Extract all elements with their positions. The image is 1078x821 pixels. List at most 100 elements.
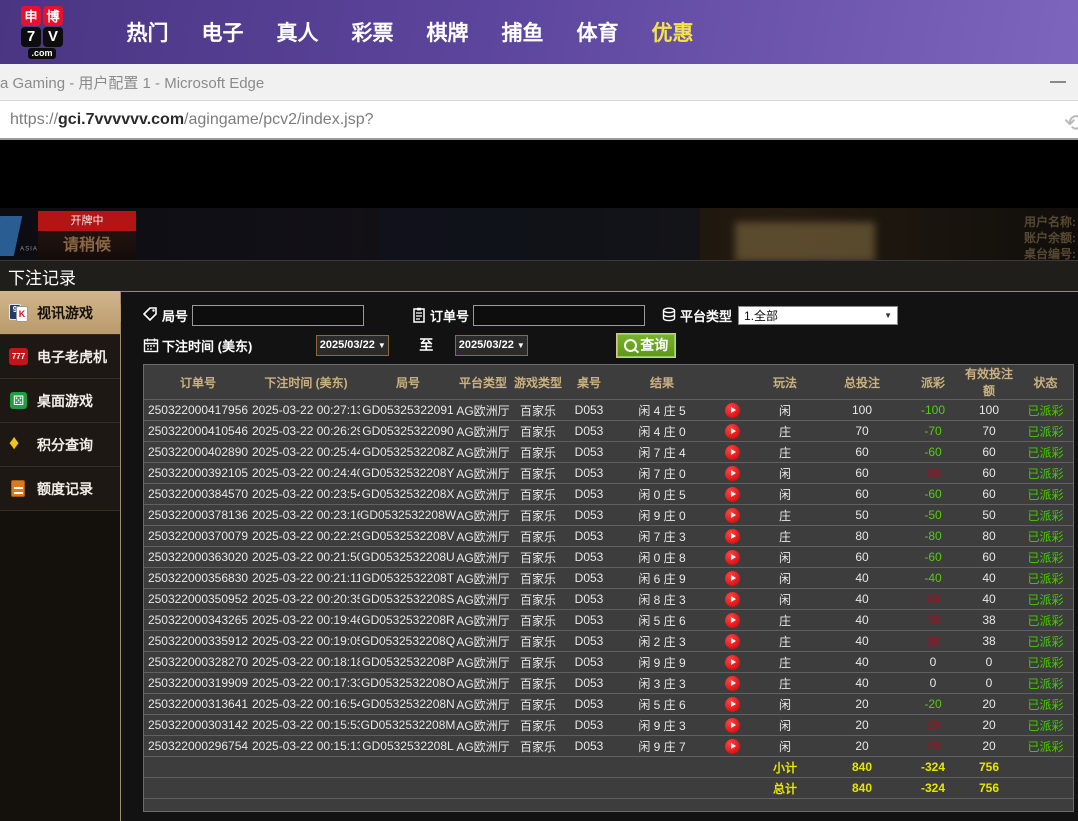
refresh-icon[interactable]: ⟲ xyxy=(1064,109,1078,138)
sidebar-item-1[interactable]: 777电子老虎机 xyxy=(0,335,120,379)
url-text[interactable]: https://gci.7vvvvvv.com/agingame/pcv2/in… xyxy=(10,111,374,129)
platform-cell: AG欧洲厅 xyxy=(456,421,510,442)
diamond-icon: ♦ xyxy=(8,434,30,456)
total-bet-cell: 40 xyxy=(818,652,906,673)
time-cell: 2025-03-22 00:15:53 xyxy=(252,715,360,736)
order-number-input[interactable] xyxy=(473,305,645,326)
play-video-icon[interactable] xyxy=(725,592,740,607)
total-bet-cell: 20 xyxy=(818,736,906,757)
banner-photo-shade xyxy=(380,208,700,260)
play-video-icon[interactable] xyxy=(725,697,740,712)
sidebar-item-3[interactable]: ♦积分查询 xyxy=(0,423,120,467)
sidebar-item-4[interactable]: 额度记录 xyxy=(0,467,120,511)
round-cell: GD0532532208O xyxy=(360,673,456,694)
play-video-icon[interactable] xyxy=(725,403,740,418)
platform-type-select[interactable]: 1.全部 xyxy=(738,306,898,325)
cards-icon: 9K xyxy=(8,302,30,324)
payout-cell: -60 xyxy=(906,442,960,463)
status-cell: 已派彩 xyxy=(1018,610,1073,631)
play-video-icon[interactable] xyxy=(725,571,740,586)
column-header-1: 下注时间 (美东) xyxy=(252,365,360,400)
black-strip xyxy=(0,140,1078,208)
logo-com: .com xyxy=(28,48,55,59)
address-bar[interactable]: https://gci.7vvvvvv.com/agingame/pcv2/in… xyxy=(0,100,1078,140)
table-number-cell: D053 xyxy=(566,442,612,463)
play-cell xyxy=(712,673,752,694)
nav-item-4[interactable]: 棋牌 xyxy=(410,17,485,47)
nav-item-5[interactable]: 捕鱼 xyxy=(485,17,560,47)
round-number-input[interactable] xyxy=(192,305,364,326)
play-video-icon[interactable] xyxy=(725,487,740,502)
site-logo[interactable]: 申 博 7 V .com xyxy=(14,6,70,59)
platform-cell: AG欧洲厅 xyxy=(456,694,510,715)
platform-type-label: 平台类型 xyxy=(661,306,732,325)
game-banner: ASIA GAMING 开牌中 请稍候 用户名称: 账户余额: 桌台编号: xyxy=(0,208,1078,260)
result-cell: 闲 5 庄 6 xyxy=(612,694,712,715)
table-row: 2503220003781362025-03-22 00:23:16GD0532… xyxy=(144,505,1073,526)
result-cell: 闲 9 庄 7 xyxy=(612,736,712,757)
time-cell: 2025-03-22 00:16:54 xyxy=(252,694,360,715)
order-cell: 250322000356830 xyxy=(144,568,252,589)
url-host: gci.7vvvvvv.com xyxy=(58,111,184,128)
order-cell: 250322000296754 xyxy=(144,736,252,757)
nav-item-6[interactable]: 体育 xyxy=(560,17,635,47)
result-cell: 闲 4 庄 0 xyxy=(612,421,712,442)
round-cell: GD0532532208W xyxy=(360,505,456,526)
sidebar-item-label: 额度记录 xyxy=(37,479,93,499)
to-label: 至 xyxy=(419,335,433,355)
play-video-icon[interactable] xyxy=(725,655,740,670)
valid-bet-cell: 80 xyxy=(960,526,1018,547)
platform-cell: AG欧洲厅 xyxy=(456,484,510,505)
bet-side-cell: 庄 xyxy=(752,421,818,442)
date-to-picker[interactable]: 2025/03/22 xyxy=(455,335,528,356)
total-row: 总计 840 -324 756 xyxy=(144,778,1073,799)
status-cell: 已派彩 xyxy=(1018,568,1073,589)
total-bet-cell: 70 xyxy=(818,421,906,442)
column-header-3: 平台类型 xyxy=(456,365,510,400)
valid-bet-cell: 20 xyxy=(960,694,1018,715)
game-type-cell: 百家乐 xyxy=(510,715,566,736)
search-button[interactable]: 查询 xyxy=(616,333,676,358)
round-cell: GD0532532208S xyxy=(360,589,456,610)
payout-cell: 38 xyxy=(906,631,960,652)
platform-cell: AG欧洲厅 xyxy=(456,652,510,673)
table-number-cell: D053 xyxy=(566,484,612,505)
nav-item-1[interactable]: 电子 xyxy=(185,17,260,47)
play-video-icon[interactable] xyxy=(725,508,740,523)
nav-item-3[interactable]: 彩票 xyxy=(335,17,410,47)
nav-item-7[interactable]: 优惠 xyxy=(635,17,710,47)
sidebar-item-0[interactable]: 9K视讯游戏 xyxy=(0,291,120,335)
minimize-icon[interactable] xyxy=(1050,74,1066,88)
play-video-icon[interactable] xyxy=(725,613,740,628)
game-type-cell: 百家乐 xyxy=(510,442,566,463)
platform-cell: AG欧洲厅 xyxy=(456,568,510,589)
play-video-icon[interactable] xyxy=(725,718,740,733)
time-cell: 2025-03-22 00:17:33 xyxy=(252,673,360,694)
play-video-icon[interactable] xyxy=(725,529,740,544)
game-type-cell: 百家乐 xyxy=(510,547,566,568)
round-cell: GD0532532208N xyxy=(360,694,456,715)
sidebar-item-label: 电子老虎机 xyxy=(37,347,107,367)
play-video-icon[interactable] xyxy=(725,634,740,649)
payout-cell: -40 xyxy=(906,568,960,589)
play-video-icon[interactable] xyxy=(725,676,740,691)
play-video-icon[interactable] xyxy=(725,424,740,439)
order-cell: 250322000417956 xyxy=(144,400,252,421)
valid-bet-cell: 0 xyxy=(960,673,1018,694)
date-from-picker[interactable]: 2025/03/22 xyxy=(316,335,389,356)
play-video-icon[interactable] xyxy=(725,550,740,565)
sidebar-item-2[interactable]: ⚄桌面游戏 xyxy=(0,379,120,423)
play-video-icon[interactable] xyxy=(725,445,740,460)
payout-cell: 40 xyxy=(906,589,960,610)
table-status-card[interactable]: 开牌中 请稍候 xyxy=(38,211,136,260)
nav-item-2[interactable]: 真人 xyxy=(260,17,335,47)
status-cell: 已派彩 xyxy=(1018,547,1073,568)
payout-cell: -60 xyxy=(906,547,960,568)
play-video-icon[interactable] xyxy=(725,466,740,481)
play-video-icon[interactable] xyxy=(725,739,740,754)
round-cell: GD0532532208R xyxy=(360,610,456,631)
valid-bet-cell: 60 xyxy=(960,442,1018,463)
nav-item-0[interactable]: 热门 xyxy=(110,17,185,47)
bet-side-cell: 闲 xyxy=(752,715,818,736)
table-number-cell: D053 xyxy=(566,505,612,526)
